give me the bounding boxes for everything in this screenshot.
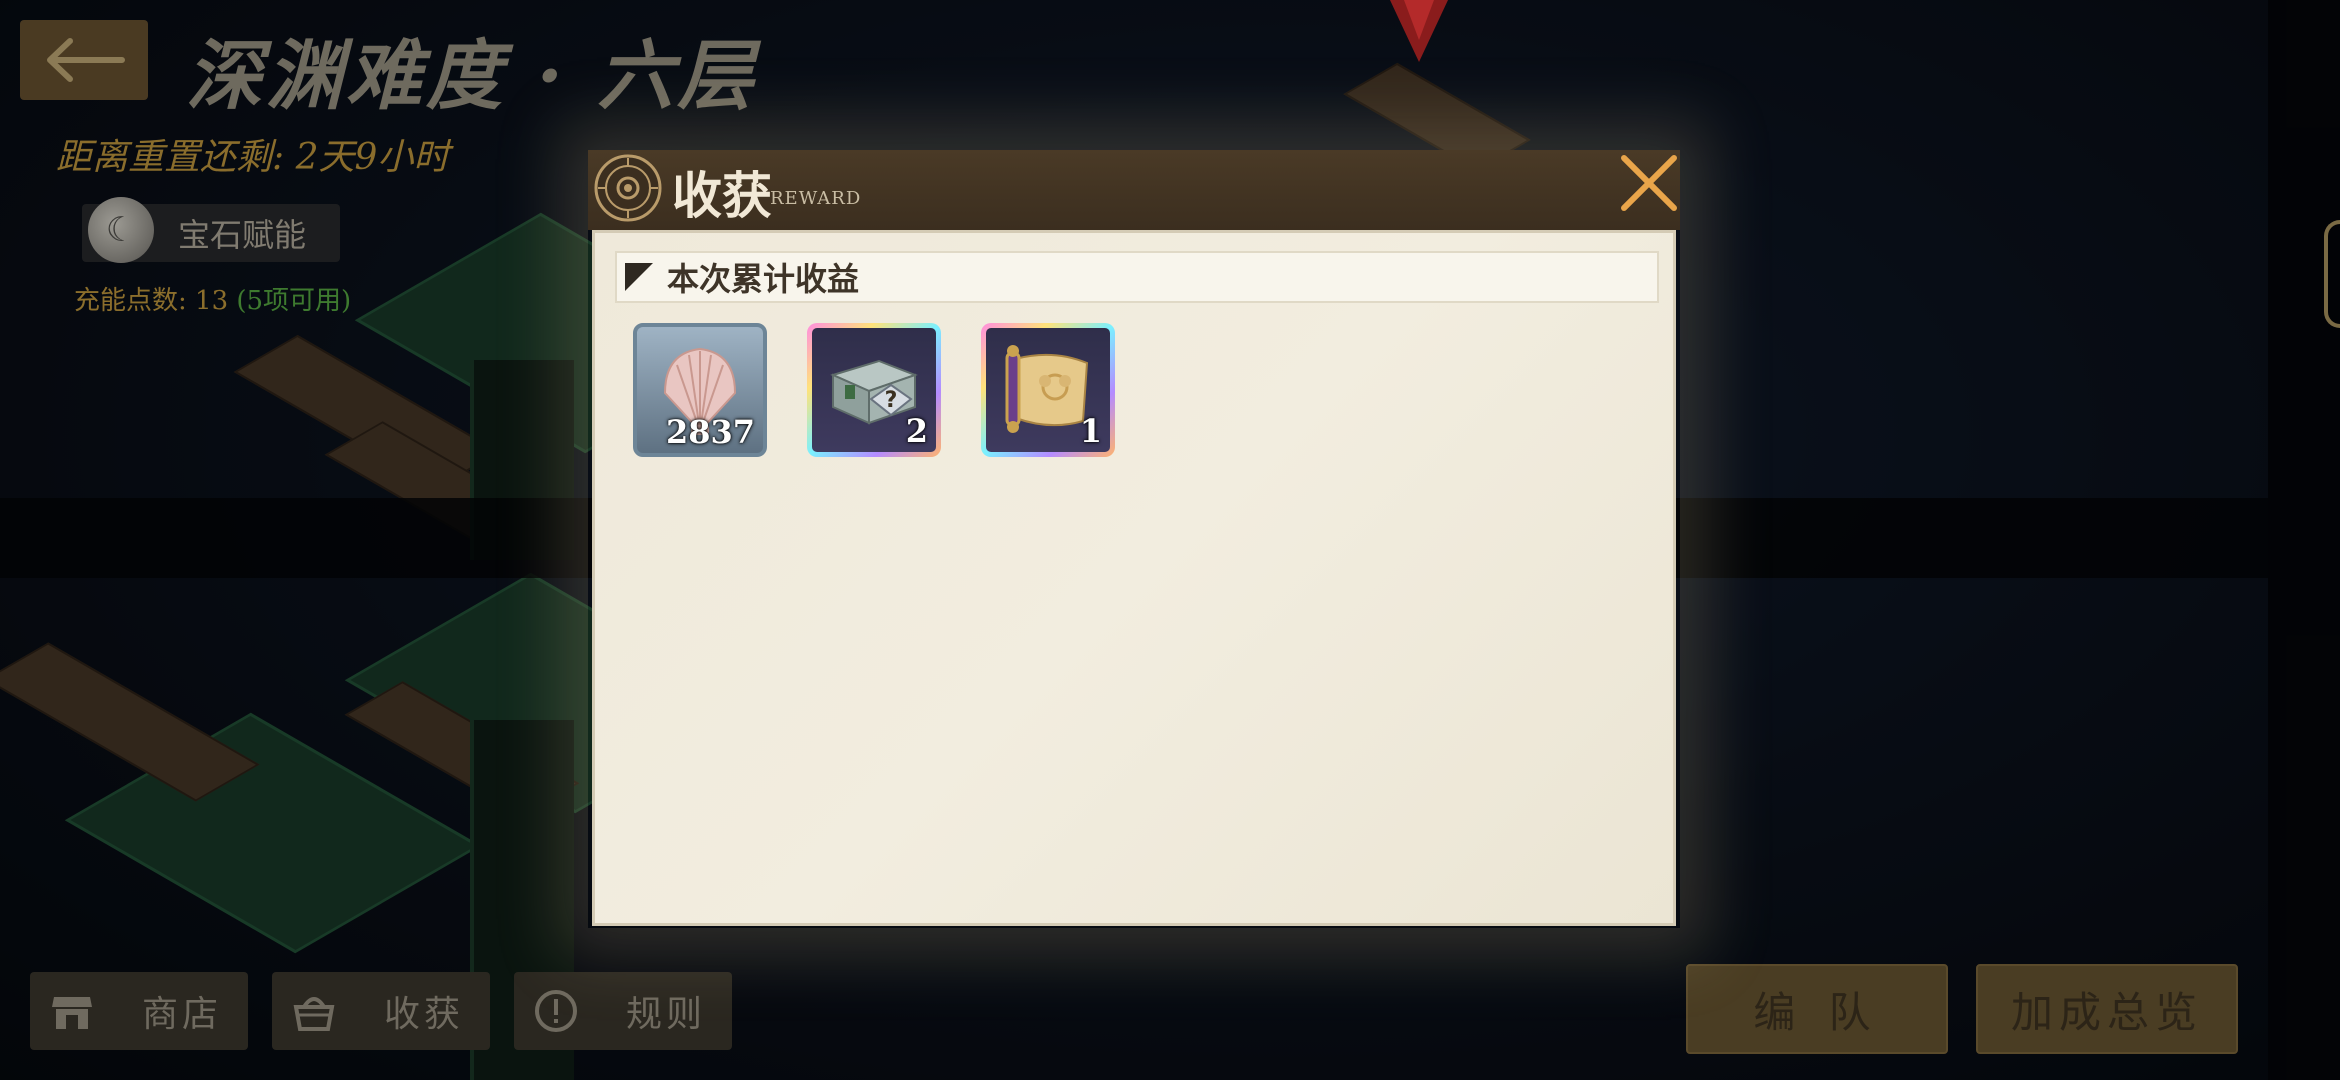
shop-label: 商店 [141,994,222,1035]
svg-text:?: ? [885,388,898,413]
harvest-button[interactable]: 收获 [272,972,490,1050]
reward-item-count: 2837 [665,413,755,451]
charge-points-value: 充能点数: 13 [74,286,229,316]
shop-icon [52,997,92,1029]
dialog-header: 收获 REWARD [588,150,1680,230]
emblem-icon [594,154,662,222]
shop-button[interactable]: 商店 [30,972,248,1050]
reward-items: 2837 ? 2 1 [633,323,1115,457]
section-title: 本次累计收益 [667,260,860,298]
section-header: 本次累计收益 [615,251,1659,303]
stage-title: 深渊难度 · 六层 [186,31,758,120]
side-tab[interactable] [2324,220,2340,328]
exclamation-circle-icon [535,990,577,1032]
dialog-subtitle: REWARD [770,188,862,209]
rules-label: 规则 [625,994,706,1035]
map-marker-icon [1390,0,1448,62]
reward-item-shell[interactable]: 2837 [633,323,767,457]
rules-button[interactable]: 规则 [514,972,732,1050]
gem-icon: ☾ [88,197,154,263]
dialog-body: 本次累计收益 2837 ? 2 1 [592,230,1676,926]
gem-empower-label: 宝石赋能 [178,216,307,254]
gem-empower-button[interactable]: ☾ 宝石赋能 [82,197,340,263]
reward-item-count: 1 [1079,412,1102,450]
bonus-overview-button[interactable]: 加成总览 [1976,964,2238,1054]
charge-points: 充能点数: 13 (5项可用) [74,280,351,317]
reward-dialog: 收获 REWARD 本次累计收益 2837 ? 2 1 [588,150,1680,928]
flag-icon [625,263,653,291]
back-arrow-icon [47,38,125,82]
back-button[interactable] [20,20,148,100]
basket-icon [293,997,335,1031]
reward-item-chest[interactable]: ? 2 [807,323,941,457]
reset-timer: 距离重置还剩: 2天9小时 [56,137,450,178]
team-button[interactable]: 编 队 [1686,964,1948,1054]
close-icon[interactable] [1614,148,1684,218]
charge-available: (5项可用) [236,286,352,316]
reward-item-scroll[interactable]: 1 [981,323,1115,457]
dialog-title: 收获 [672,166,772,225]
reward-item-count: 2 [905,412,928,450]
harvest-label: 收获 [383,994,464,1035]
